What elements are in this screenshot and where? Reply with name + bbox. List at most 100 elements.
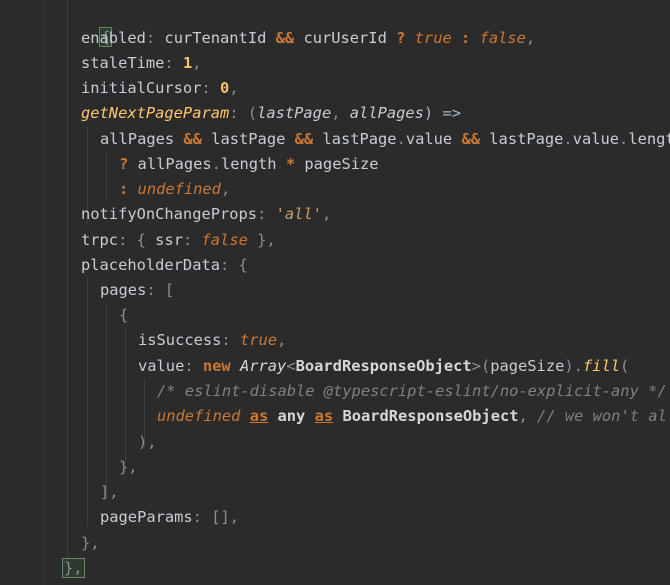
property-token: pageParams bbox=[100, 508, 193, 526]
property-token: value bbox=[138, 357, 185, 375]
dot-token: . bbox=[563, 130, 573, 148]
brace-token: { bbox=[119, 306, 129, 324]
property-token: pages bbox=[100, 281, 147, 299]
type-token: any bbox=[277, 407, 306, 425]
punct-token: , bbox=[331, 104, 350, 122]
type-token: BoardResponseObject bbox=[295, 357, 472, 375]
identifier-token: lastPage bbox=[489, 130, 564, 148]
identifier-token: allPages bbox=[100, 130, 175, 148]
punct-token: : bbox=[164, 54, 183, 72]
identifier-token: lengt bbox=[628, 130, 670, 148]
code-line: }, bbox=[62, 556, 85, 581]
code-line: }, bbox=[81, 531, 100, 556]
keyword-token: new bbox=[202, 357, 231, 375]
punct-token: >( bbox=[471, 357, 491, 375]
code-line: pages: [ bbox=[100, 278, 174, 303]
punct-token: : [ bbox=[146, 281, 175, 299]
identifier-token: length bbox=[220, 155, 277, 173]
keyword-token: false bbox=[201, 231, 248, 249]
gutter-divider bbox=[44, 0, 45, 585]
punct-token: ], bbox=[100, 483, 119, 501]
code-line: ), bbox=[138, 430, 157, 455]
operator-token: && bbox=[174, 130, 212, 148]
code-line: getNextPageParam: (lastPage, allPages) =… bbox=[81, 101, 461, 126]
identifier-token: pageSize bbox=[490, 357, 565, 375]
property-token: ssr bbox=[155, 231, 183, 249]
parameter-token: lastPage bbox=[257, 104, 332, 122]
string-token: 'all' bbox=[275, 205, 322, 223]
property-token: enabled bbox=[81, 29, 146, 47]
property-token: staleTime bbox=[81, 54, 165, 72]
punct-token: ), bbox=[138, 433, 157, 451]
punct-token: , bbox=[192, 54, 202, 72]
property-token: placeholderData bbox=[81, 256, 220, 274]
punct-token: < bbox=[286, 357, 296, 375]
comment-token: // we won't al bbox=[537, 407, 667, 425]
punct-token: : bbox=[182, 231, 202, 249]
punct-token: , bbox=[321, 205, 332, 223]
dot-token: . bbox=[211, 155, 221, 173]
punct-token: , bbox=[277, 331, 287, 349]
property-token: trpc bbox=[81, 231, 119, 249]
dot-token: . bbox=[396, 130, 406, 148]
keyword-token: true bbox=[414, 29, 452, 47]
brace-token: }, bbox=[81, 534, 100, 552]
property-token: notifyOnChangeProps bbox=[81, 205, 258, 223]
indent-guide bbox=[106, 151, 107, 201]
identifier-token: value bbox=[572, 130, 620, 148]
arrow-token: ) => bbox=[423, 104, 461, 122]
brace-token: }, bbox=[119, 458, 138, 476]
punct-token: : { bbox=[220, 256, 248, 274]
operator-token: && bbox=[285, 130, 323, 148]
punct-token: ). bbox=[564, 357, 583, 375]
code-line: notifyOnChangeProps: 'all', bbox=[81, 202, 331, 227]
operator-token: * bbox=[276, 155, 305, 173]
punct-token: , bbox=[525, 29, 536, 47]
punct-token: : [], bbox=[192, 508, 240, 526]
indent-guide bbox=[67, 0, 68, 570]
punct-token: : bbox=[184, 357, 203, 375]
identifier-token: pageSize bbox=[304, 155, 379, 173]
punct-token: , bbox=[220, 180, 231, 198]
punct-token: ( bbox=[619, 357, 630, 375]
keyword-token: true bbox=[239, 331, 278, 349]
punct-token: : ( bbox=[229, 104, 258, 122]
identifier-token: lastPage bbox=[211, 130, 286, 148]
code-line: pageParams: [], bbox=[100, 505, 239, 530]
punct-token: : { bbox=[118, 231, 156, 249]
code-line: }, bbox=[119, 455, 138, 480]
punct-token: : bbox=[145, 29, 165, 47]
type-token: Array bbox=[239, 357, 287, 375]
identifier-token: allPages bbox=[137, 155, 212, 173]
code-line: ? allPages.length * pageSize bbox=[119, 152, 379, 177]
indent-guide bbox=[87, 278, 88, 526]
operator-token: : bbox=[451, 29, 480, 47]
code-line: initialCursor: 0, bbox=[81, 76, 239, 101]
code-line: isSuccess: true, bbox=[138, 328, 286, 353]
punct-token: , bbox=[518, 407, 538, 425]
property-token: isSuccess bbox=[138, 331, 222, 349]
number-token: 0 bbox=[220, 79, 230, 97]
code-line: value: new Array<BoardResponseObject>(pa… bbox=[138, 354, 629, 379]
code-line: : undefined, bbox=[119, 177, 230, 202]
operator-token: : bbox=[119, 180, 138, 198]
keyword-token: undefined bbox=[157, 407, 241, 425]
code-line: /* eslint-disable @typescript-eslint/no-… bbox=[157, 379, 667, 404]
keyword-token: undefined bbox=[137, 180, 221, 198]
code-line: allPages && lastPage && lastPage.value &… bbox=[100, 127, 670, 152]
keyword-token: as bbox=[314, 407, 334, 425]
keyword-token: as bbox=[249, 407, 269, 425]
punct-token: : bbox=[257, 205, 276, 223]
comment-token: /* eslint-disable @typescript-eslint/no-… bbox=[157, 382, 667, 400]
number-token: 1 bbox=[182, 54, 193, 72]
code-editor[interactable]: { enabled: curTenantId && curUserId ? tr… bbox=[0, 0, 670, 585]
code-line: enabled: curTenantId && curUserId ? true… bbox=[81, 26, 535, 51]
code-line: { bbox=[62, 0, 113, 48]
identifier-token: lastPage bbox=[322, 130, 397, 148]
punct-token: : bbox=[221, 331, 240, 349]
function-name-token: getNextPageParam bbox=[81, 104, 230, 122]
operator-token: ? bbox=[386, 29, 415, 47]
